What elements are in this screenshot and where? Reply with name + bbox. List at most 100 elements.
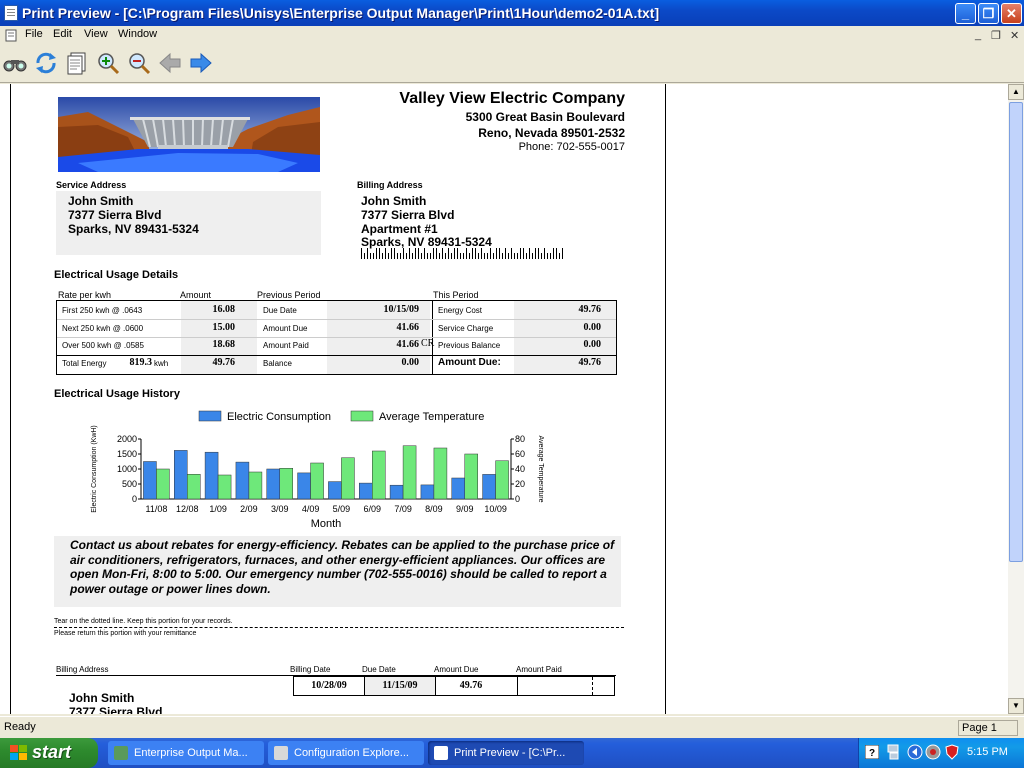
this-label-3: Previous Balance (438, 341, 501, 350)
y-tick-label-right: 80 (515, 434, 525, 444)
zoom-out-icon[interactable] (127, 51, 151, 75)
document-icon (5, 29, 17, 42)
scroll-thumb[interactable] (1009, 102, 1023, 562)
taskbar-item-print-preview[interactable]: Print Preview - [C:\Pr... (428, 741, 584, 765)
barcode-bar (394, 248, 395, 259)
menu-file[interactable]: File (25, 28, 43, 40)
bar-consumption (389, 484, 404, 500)
barcode-bar (562, 248, 563, 259)
mdi-restore-button[interactable]: ❐ (991, 29, 1001, 42)
prev-value-3: 41.66 (396, 339, 420, 350)
bar-consumption (482, 474, 496, 500)
remit-name: John Smith (69, 691, 135, 705)
back-arrow-icon[interactable] (158, 51, 182, 75)
bar-temperature (279, 468, 293, 500)
svg-text:?: ? (869, 748, 875, 759)
y-tick-label-left: 2000 (117, 434, 137, 444)
remit-due-date-label: Due Date (362, 665, 396, 674)
this-value-2: 0.00 (583, 322, 602, 333)
system-tray: ? 5:15 PM (858, 738, 1024, 768)
menu-window[interactable]: Window (118, 28, 157, 40)
col-this-header: This Period (433, 290, 479, 300)
barcode-bar (469, 253, 470, 259)
status-text: Ready (4, 721, 36, 733)
antivirus-icon[interactable] (925, 744, 941, 760)
bar-temperature (156, 468, 170, 500)
barcode-bar (424, 248, 425, 259)
barcode-bar (403, 248, 404, 259)
barcode-bar (466, 248, 467, 259)
taskbar-item-configuration-explorer[interactable]: Configuration Explore... (268, 741, 424, 765)
barcode-bar (535, 248, 536, 259)
remit-amount-paid-label: Amount Paid (516, 665, 562, 674)
security-shield-icon[interactable] (945, 744, 959, 760)
y-tick-label-left: 0 (132, 494, 137, 504)
rate-row-2: Next 250 kwh @ .0600 (62, 324, 144, 333)
scroll-up-arrow[interactable]: ▲ (1008, 84, 1024, 100)
taskbar-item-enterprise-output[interactable]: Enterprise Output Ma... (108, 741, 264, 765)
legend-label-consumption: Electric Consumption (227, 411, 331, 423)
menu-edit[interactable]: Edit (53, 28, 72, 40)
postal-barcode (361, 248, 563, 259)
scroll-down-arrow[interactable]: ▼ (1008, 698, 1024, 714)
barcode-bar (556, 248, 557, 259)
windows-logo-icon (10, 745, 27, 760)
bar-consumption (174, 450, 188, 500)
barcode-bar (493, 253, 494, 259)
barcode-bar (370, 253, 371, 259)
barcode-bar (361, 248, 362, 259)
pages-icon[interactable] (65, 51, 89, 75)
col-rate-header: Rate per kwh (58, 290, 112, 300)
close-button[interactable]: ✕ (1001, 3, 1022, 24)
minimize-button[interactable]: _ (955, 3, 976, 24)
window-title: Print Preview - [C:\Program Files\Unisys… (22, 5, 660, 21)
bar-consumption (235, 461, 250, 500)
refresh-icon[interactable] (34, 51, 58, 75)
start-button[interactable]: start (0, 738, 98, 768)
company-name: Valley View Electric Company (399, 90, 625, 107)
remit-due-date: 11/15/09 (382, 680, 418, 691)
x-tick-label: 5/09 (333, 504, 351, 514)
vertical-scrollbar[interactable]: ▲ ▼ (1008, 84, 1024, 714)
y-axis-label-left: Electric Consumption (KwH) (91, 425, 98, 513)
bar-consumption (359, 482, 373, 500)
billing-address-label: Billing Address (357, 180, 423, 190)
menu-view[interactable]: View (84, 28, 108, 40)
barcode-bar (379, 248, 380, 259)
network-icon[interactable] (886, 744, 900, 760)
barcode-bar (547, 253, 548, 259)
binoculars-icon[interactable] (3, 51, 27, 75)
company-phone: Phone: 702-555-0017 (518, 141, 625, 153)
title-bar[interactable]: Print Preview - [C:\Program Files\Unisys… (0, 0, 1024, 26)
x-tick-label: 8/09 (425, 504, 443, 514)
remit-table: 10/28/09 11/15/09 49.76 (293, 676, 615, 696)
forward-arrow-icon[interactable] (189, 51, 213, 75)
rate-row-1: First 250 kwh @ .0643 (62, 306, 143, 315)
y-tick-label-right: 20 (515, 479, 525, 489)
legend-swatch-consumption (198, 410, 222, 422)
barcode-bar (478, 253, 479, 259)
barcode-bar (433, 248, 434, 259)
barcode-bar (442, 248, 443, 259)
y-tick-label-right: 60 (515, 449, 525, 459)
back-circle-icon[interactable] (907, 744, 923, 760)
zoom-in-icon[interactable] (96, 51, 120, 75)
y-tick-label-right: 0 (515, 494, 520, 504)
mdi-close-button[interactable]: ✕ (1010, 29, 1019, 42)
help-icon[interactable]: ? (865, 745, 879, 759)
barcode-bar (385, 248, 386, 259)
amount-paid-field[interactable] (519, 677, 591, 695)
service-address-label: Service Address (56, 180, 127, 190)
maximize-button[interactable]: ❐ (978, 3, 999, 24)
bar-consumption (204, 451, 219, 500)
company-address-2: Reno, Nevada 89501-2532 (478, 126, 625, 140)
barcode-bar (439, 253, 440, 259)
barcode-bar (553, 248, 554, 259)
x-tick-label: 11/08 (145, 504, 167, 514)
barcode-bar (508, 253, 509, 259)
barcode-bar (463, 253, 464, 259)
preview-area[interactable]: Valley View Electric Company 5300 Great … (0, 84, 1008, 714)
barcode-bar (559, 253, 560, 259)
mdi-minimize-button[interactable]: _ (975, 29, 981, 41)
prev-value-1: 10/15/09 (383, 304, 419, 315)
